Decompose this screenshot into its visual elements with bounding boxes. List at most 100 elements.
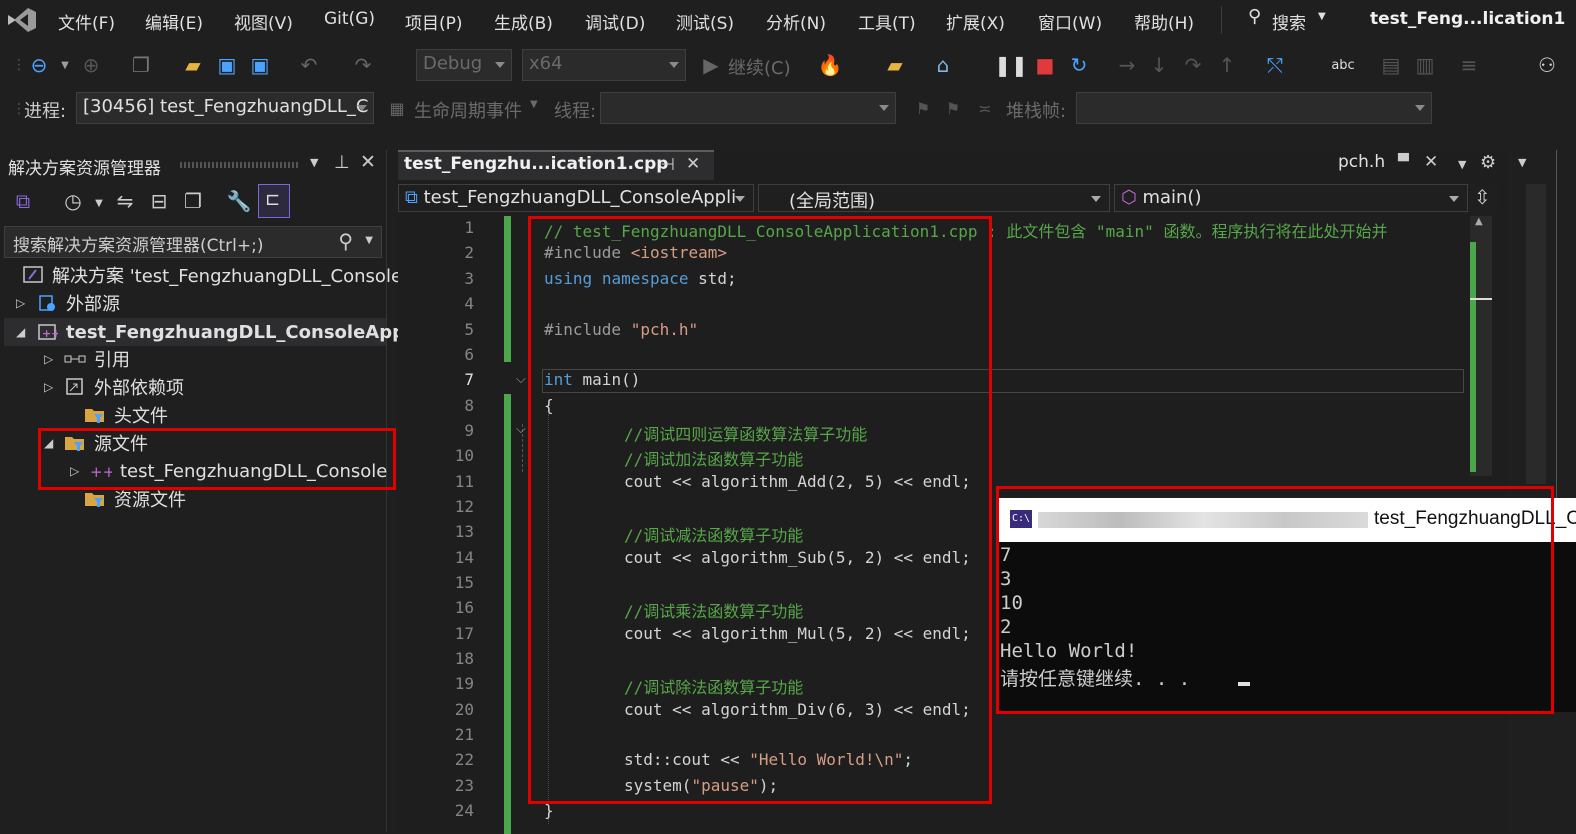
play-icon[interactable]: ▶ [698,52,724,78]
scrollbar-thumb[interactable] [1470,298,1492,300]
tree-item-source-files[interactable]: ◢ 源文件 [44,430,148,456]
menu-window[interactable]: 窗口(W) [1038,9,1102,34]
pin-icon[interactable]: ⊥ [334,152,350,173]
menu-edit[interactable]: 编辑(E) [145,9,203,34]
restart-icon[interactable]: ↻ [1066,52,1092,78]
menu-view[interactable]: 视图(V) [234,9,293,34]
chevron-down-icon[interactable]: ▼ [1518,156,1526,169]
collapse-icon[interactable]: ◢ [44,436,64,450]
comment-icon[interactable]: ▤ [1378,52,1404,78]
folder-search-icon[interactable]: ▰ [882,52,908,78]
configuration-select[interactable]: Debug [416,49,512,81]
save-all-icon[interactable]: ▣ [247,52,273,78]
menu-test[interactable]: 测试(S) [676,9,734,34]
tree-item-header-files[interactable]: 头文件 [64,402,168,428]
chevron-down-icon[interactable]: ▼ [1458,158,1466,171]
stackframe-select[interactable] [1076,92,1432,124]
step-over-icon[interactable]: ↷ [1180,52,1206,78]
menu-extensions[interactable]: 扩展(X) [946,9,1005,34]
console-title-bar[interactable]: C:\ test_FengzhuangDLL_C [998,498,1576,542]
fold-collapse-icon[interactable]: ⌵ [516,372,526,387]
save-icon[interactable]: ▣ [214,52,240,78]
show-all-files-icon[interactable]: ❐ [180,188,206,214]
back-icon[interactable]: ⊖ [26,52,52,78]
thread-select[interactable] [600,92,896,124]
panel-drag-grip[interactable] [180,162,300,168]
collapse-icon[interactable]: ◢ [16,325,36,339]
expand-icon[interactable]: ▷ [44,380,64,394]
forward-icon[interactable]: ⊕ [78,52,104,78]
live-share-icon[interactable]: ⤲ [1262,52,1288,78]
lifecycle-events-button[interactable]: 生命周期事件 [414,97,522,123]
menu-file[interactable]: 文件(F) [58,9,115,34]
collapse-all-icon[interactable]: ⊟ [146,188,172,214]
tree-item-solution[interactable]: 解决方案 'test_FengzhuangDLL_Console [22,262,402,288]
vertical-scrollbar[interactable]: ▲ [1470,216,1492,476]
switch-views-icon[interactable]: ⧉ [10,188,36,214]
search-box[interactable]: ⚲ 搜索 ▼ [1244,6,1330,34]
chevron-down-icon[interactable]: ▼ [52,52,78,78]
stop-icon[interactable]: ■ [1032,52,1058,78]
tab-cpp-file[interactable]: test_Fengzhu...ication1.cpp ⊣ ✕ [398,150,714,180]
close-icon[interactable]: ✕ [686,154,700,174]
hot-reload-icon[interactable]: 🔥 [817,52,843,78]
fold-collapse-icon[interactable]: ⌵ [516,422,526,437]
expand-icon[interactable]: ▷ [70,464,90,478]
tree-item-external-sources[interactable]: ▷ 外部源 [16,290,120,316]
open-folder-icon[interactable]: ▰ [180,52,206,78]
side-scrollbar[interactable] [1526,184,1546,484]
split-window-icon[interactable]: ⇳ [1474,185,1491,209]
pending-changes-icon[interactable]: ◷ [60,188,86,214]
chevron-down-icon[interactable]: ▼ [530,99,538,110]
pin-icon[interactable]: ⊣ [660,155,675,175]
lifecycle-icon[interactable]: ▦ [384,95,410,121]
tree-item-project[interactable]: ◢ ++ test_FengzhuangDLL_ConsoleApp [16,319,405,345]
solution-search-input[interactable]: 搜索解决方案资源管理器(Ctrl+;) ⚲ ▼ [4,226,382,258]
menu-build[interactable]: 生成(B) [494,9,553,34]
menu-analyze[interactable]: 分析(N) [766,9,826,34]
platform-select[interactable]: x64 [522,49,686,81]
project-scope-select[interactable]: ⧉ test_FengzhuangDLL_ConsoleAppli [398,184,754,212]
menu-tools[interactable]: 工具(T) [858,9,916,34]
undo-icon[interactable]: ↶ [296,52,322,78]
pause-icon[interactable]: ❚❚ [994,52,1028,78]
tree-item-resource-files[interactable]: 资源文件 [64,486,186,512]
close-icon[interactable]: ✕ [360,151,376,173]
diagnostic-icon[interactable]: ⌂ [930,52,956,78]
properties-icon[interactable]: 🔧 [226,188,252,214]
process-select[interactable]: [30456] test_FengzhuangDLL_C [76,92,374,124]
flag-threads-icon[interactable]: ⚑ [940,95,966,121]
scroll-up-icon[interactable]: ▲ [1475,216,1483,227]
menu-project[interactable]: 项目(P) [405,9,463,34]
account-icon[interactable]: ⚇ [1534,52,1560,78]
expand-icon[interactable]: ▷ [16,296,36,310]
sync-icon[interactable]: ⇋ [112,188,138,214]
tree-item-external-dependencies[interactable]: ▷ 外部依赖项 [44,374,184,400]
format-icon[interactable]: ≡ [1456,52,1482,78]
show-next-statement-icon[interactable]: → [1114,52,1140,78]
tree-item-references[interactable]: ▷ 引用 [44,346,130,372]
chevron-down-icon[interactable]: ▼ [310,156,318,169]
menu-debug[interactable]: 调试(D) [585,9,645,34]
preview-tab-icon[interactable]: ▀ [1398,154,1409,170]
new-project-icon[interactable]: ❐ [128,52,154,78]
step-out-icon[interactable]: ↑ [1214,52,1240,78]
expand-icon[interactable]: ▷ [44,352,64,366]
tree-item-cpp-file[interactable]: ▷ ++ test_FengzhuangDLL_Console [70,458,387,484]
continue-button[interactable]: 继续(C) [728,54,791,80]
console-window[interactable]: C:\ test_FengzhuangDLL_C 7 3 10 2 Hello … [998,498,1576,712]
visual-studio-logo-icon[interactable] [6,6,38,34]
close-icon[interactable]: ✕ [1424,152,1438,172]
tab-pch-header[interactable]: pch.h ▀ ✕ [1334,150,1472,184]
stack-icon[interactable]: ≍ [972,95,998,121]
uncomment-icon[interactable]: ▥ [1412,52,1438,78]
global-scope-select[interactable]: (全局范围) [758,184,1110,212]
menu-git[interactable]: Git(G) [324,9,375,29]
chevron-down-icon[interactable]: ▼ [86,190,112,216]
menu-help[interactable]: 帮助(H) [1134,9,1194,34]
gear-icon[interactable]: ⚙ [1480,152,1496,173]
step-into-icon[interactable]: ↓ [1146,52,1172,78]
flag-icon[interactable]: ⚑ [910,95,936,121]
preview-selected-button[interactable]: ⊏ [258,184,290,218]
member-select[interactable]: ⬡ main() [1114,184,1468,212]
